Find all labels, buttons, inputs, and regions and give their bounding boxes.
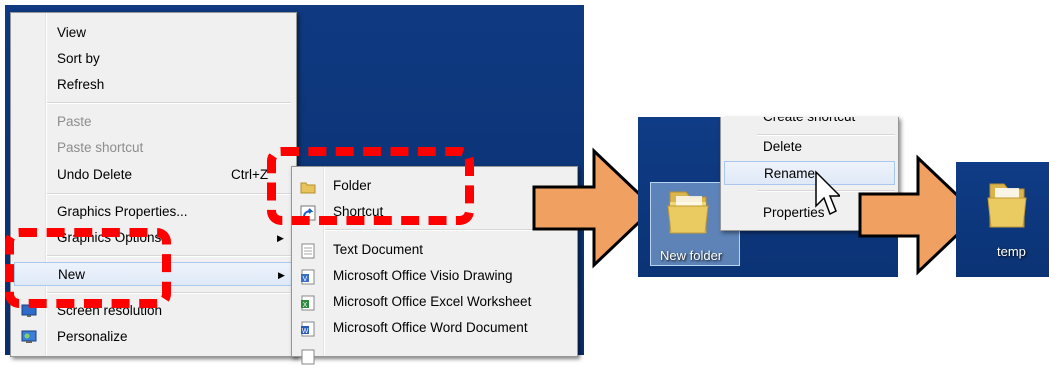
menu-item-refresh[interactable]: Refresh: [11, 73, 296, 97]
menu-item-label: Rename: [764, 166, 816, 181]
folder-shortcut-highlight: [267, 147, 474, 225]
menu-separator: [47, 193, 291, 195]
svg-text:V: V: [303, 276, 308, 283]
document-icon: [300, 348, 316, 365]
personalize-icon: [21, 329, 37, 345]
menu-item-label: Undo Delete: [57, 167, 133, 182]
submenu-item-label: Microsoft Office Word Document: [333, 320, 528, 335]
menu-item-graphics-properties[interactable]: Graphics Properties...: [11, 200, 296, 224]
menu-item-personalize[interactable]: Personalize: [11, 325, 296, 349]
submenu-arrow-icon: ▶: [278, 270, 285, 280]
submenu-item-label: Text Document: [333, 242, 424, 257]
menu-separator: [47, 102, 291, 104]
submenu-arrow-icon: ▶: [277, 233, 284, 243]
excel-icon: X: [300, 294, 316, 311]
visio-icon: V: [300, 268, 316, 285]
submenu-item-more[interactable]: [292, 343, 577, 369]
submenu-item-excel-worksheet[interactable]: X Microsoft Office Excel Worksheet: [292, 289, 577, 315]
menu-item-label: Sort by: [57, 51, 100, 66]
menu-item-label: Delete: [763, 139, 803, 154]
word-icon: W: [300, 320, 316, 337]
menu-item-label: Paste shortcut: [57, 140, 144, 155]
menu-item-label: Create shortcut: [763, 117, 855, 129]
menu-item-label: Refresh: [57, 77, 105, 92]
menu-item-paste[interactable]: Paste: [11, 110, 296, 134]
submenu-item-label: Microsoft Office Visio Drawing: [333, 268, 513, 283]
menu-item-label: Paste: [57, 114, 92, 129]
svg-text:W: W: [302, 328, 309, 335]
menu-item-undo-delete[interactable]: Undo Delete Ctrl+Z: [11, 163, 296, 187]
renamed-folder-label[interactable]: temp: [997, 244, 1026, 259]
menu-item-sort-by[interactable]: Sort by: [11, 47, 296, 71]
folder-icon: [984, 178, 1030, 232]
submenu-item-label: Microsoft Office Excel Worksheet: [333, 294, 532, 309]
mouse-cursor-icon: [814, 170, 842, 220]
menu-item-label: Personalize: [57, 329, 128, 344]
new-folder-label[interactable]: New folder: [660, 248, 722, 263]
text-document-icon: [300, 242, 316, 259]
menu-item-create-shortcut[interactable]: Create shortcut: [721, 117, 898, 129]
submenu-item-word-document[interactable]: W Microsoft Office Word Document: [292, 315, 577, 341]
menu-item-label: Graphics Properties...: [57, 204, 188, 219]
menu-item-paste-shortcut[interactable]: Paste shortcut: [11, 136, 296, 160]
svg-text:X: X: [303, 302, 308, 309]
folder-icon: [664, 186, 712, 236]
new-item-highlight: [5, 228, 171, 308]
menu-item-label: View: [57, 25, 87, 40]
menu-item-shortcut: Ctrl+Z: [231, 167, 269, 182]
menu-item-view[interactable]: View: [11, 21, 296, 45]
